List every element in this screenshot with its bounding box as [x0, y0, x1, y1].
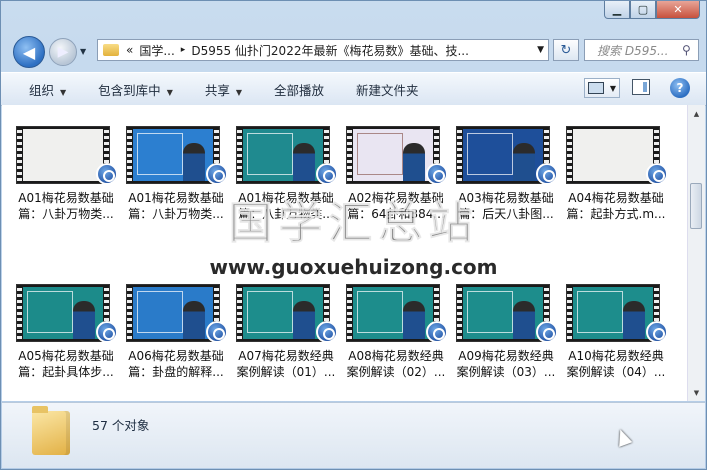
breadcrumb-overflow[interactable]: «	[126, 43, 133, 57]
file-name: A06梅花易数基础 篇：卦盘的解释...	[118, 348, 234, 380]
maximize-button[interactable]: ▢	[630, 1, 656, 19]
media-player-icon	[426, 321, 448, 343]
address-bar[interactable]: « 国学... ▸ D5955 仙扑门2022年最新《梅花易数》基础、技... …	[97, 39, 549, 61]
file-name-line2: 篇：起卦具体步...	[18, 365, 114, 379]
refresh-icon: ↻	[560, 42, 572, 58]
folder-icon	[103, 44, 119, 56]
breadcrumb-parent[interactable]: 国学...	[139, 42, 174, 59]
command-bar: 组织 ▼ 包含到库中 ▼ 共享 ▼ 全部播放 新建文件夹 ▼ ?	[1, 72, 706, 106]
scroll-down-button[interactable]: ▼	[688, 384, 705, 401]
item-count: 57 个对象	[92, 418, 150, 433]
media-player-icon	[316, 163, 338, 185]
scroll-thumb[interactable]	[690, 183, 702, 229]
change-view-button[interactable]: ▼	[584, 78, 620, 98]
back-arrow-icon: ◀	[22, 42, 36, 62]
media-player-icon	[96, 321, 118, 343]
file-name-line2: 篇：卦盘的解释...	[128, 365, 224, 379]
preview-pane-button[interactable]	[632, 79, 650, 95]
file-name-line2: 案例解读（01）...	[236, 365, 336, 379]
back-button[interactable]: ◀	[13, 36, 45, 68]
address-dropdown-icon[interactable]: ▼	[537, 45, 544, 55]
search-icon[interactable]: ⚲	[682, 43, 698, 57]
chevron-down-icon: ▼	[166, 87, 173, 97]
refresh-button[interactable]: ↻	[553, 39, 579, 61]
media-player-icon	[316, 321, 338, 343]
recent-pages-button[interactable]: ▼	[80, 47, 86, 56]
media-player-icon	[426, 163, 448, 185]
media-player-icon	[206, 163, 228, 185]
media-player-icon	[646, 163, 668, 185]
chevron-down-icon[interactable]: ▼	[610, 84, 616, 93]
share-menu[interactable]: 共享 ▼	[205, 80, 242, 99]
file-name-line1: A05梅花易数基础	[18, 349, 114, 363]
scroll-up-button[interactable]: ▲	[688, 105, 705, 122]
media-player-icon	[536, 163, 558, 185]
file-name-line1: A07梅花易数经典	[238, 349, 334, 363]
close-button[interactable]: ✕	[656, 1, 700, 19]
file-name-line2: 案例解读（02）...	[346, 365, 446, 379]
new-folder-button[interactable]: 新建文件夹	[356, 80, 419, 99]
vertical-scrollbar[interactable]: ▲ ▼	[687, 105, 705, 401]
forward-button[interactable]: ▶	[49, 38, 77, 66]
include-library-label: 包含到库中	[98, 82, 161, 98]
share-label: 共享	[204, 82, 230, 98]
details-pane: 57 个对象	[2, 402, 705, 468]
navigation-bar: ◀ ▶ ▼ « 国学... ▸ D5955 仙扑门2022年最新《梅花易数》基础…	[1, 34, 706, 68]
forward-arrow-icon: ▶	[57, 44, 69, 60]
chevron-down-icon: ▼	[235, 87, 243, 97]
organize-label: 组织	[29, 82, 55, 98]
watermark-title: 国学汇总站	[228, 198, 479, 250]
media-player-icon	[206, 321, 228, 343]
explorer-window: ▁ ▢ ✕ ◀ ▶ ▼ « 国学... ▸ D5955 仙扑门2022年最新《梅…	[0, 0, 707, 470]
search-input[interactable]: 搜索 D595... ⚲	[584, 39, 699, 61]
file-name: A05梅花易数基础 篇：起卦具体步...	[8, 348, 124, 380]
organize-menu[interactable]: 组织 ▼	[29, 80, 66, 99]
media-player-icon	[536, 321, 558, 343]
view-thumbnail-icon	[587, 82, 604, 94]
search-placeholder: 搜索 D595...	[597, 43, 669, 58]
file-name-line1: A10梅花易数经典	[568, 349, 664, 363]
help-button[interactable]: ?	[670, 78, 690, 98]
file-list-pane: A01梅花易数基础 篇：八卦万物类... A01梅花易数基础 篇：八卦万物类... A0…	[2, 105, 705, 401]
file-name: A10梅花易数经典 案例解读（04）...	[558, 348, 674, 380]
file-name-line1: A09梅花易数经典	[458, 349, 554, 363]
file-name-line1: A08梅花易数经典	[348, 349, 444, 363]
minimize-button[interactable]: ▁	[604, 1, 630, 19]
watermark-url: www.guoxuehuizong.com	[209, 255, 498, 279]
file-name: A07梅花易数经典 案例解读（01）...	[228, 348, 344, 380]
media-player-icon	[96, 163, 118, 185]
media-player-icon	[646, 321, 668, 343]
file-name-line1: A06梅花易数基础	[128, 349, 224, 363]
file-name-line2: 案例解读（04）...	[566, 365, 666, 379]
include-in-library-menu[interactable]: 包含到库中 ▼	[98, 80, 173, 99]
file-name: A09梅花易数经典 案例解读（03）...	[448, 348, 564, 380]
chevron-down-icon: ▼	[60, 87, 67, 97]
breadcrumb-current[interactable]: D5955 仙扑门2022年最新《梅花易数》基础、技...	[191, 42, 469, 59]
folder-icon	[32, 406, 70, 455]
caption-buttons: ▁ ▢ ✕	[604, 1, 700, 19]
breadcrumb-separator[interactable]: ▸	[181, 45, 186, 55]
file-name-line2: 案例解读（03）...	[456, 365, 556, 379]
file-name: A08梅花易数经典 案例解读（02）...	[338, 348, 454, 380]
play-all-button[interactable]: 全部播放	[274, 80, 324, 99]
mouse-cursor-icon	[613, 427, 633, 447]
